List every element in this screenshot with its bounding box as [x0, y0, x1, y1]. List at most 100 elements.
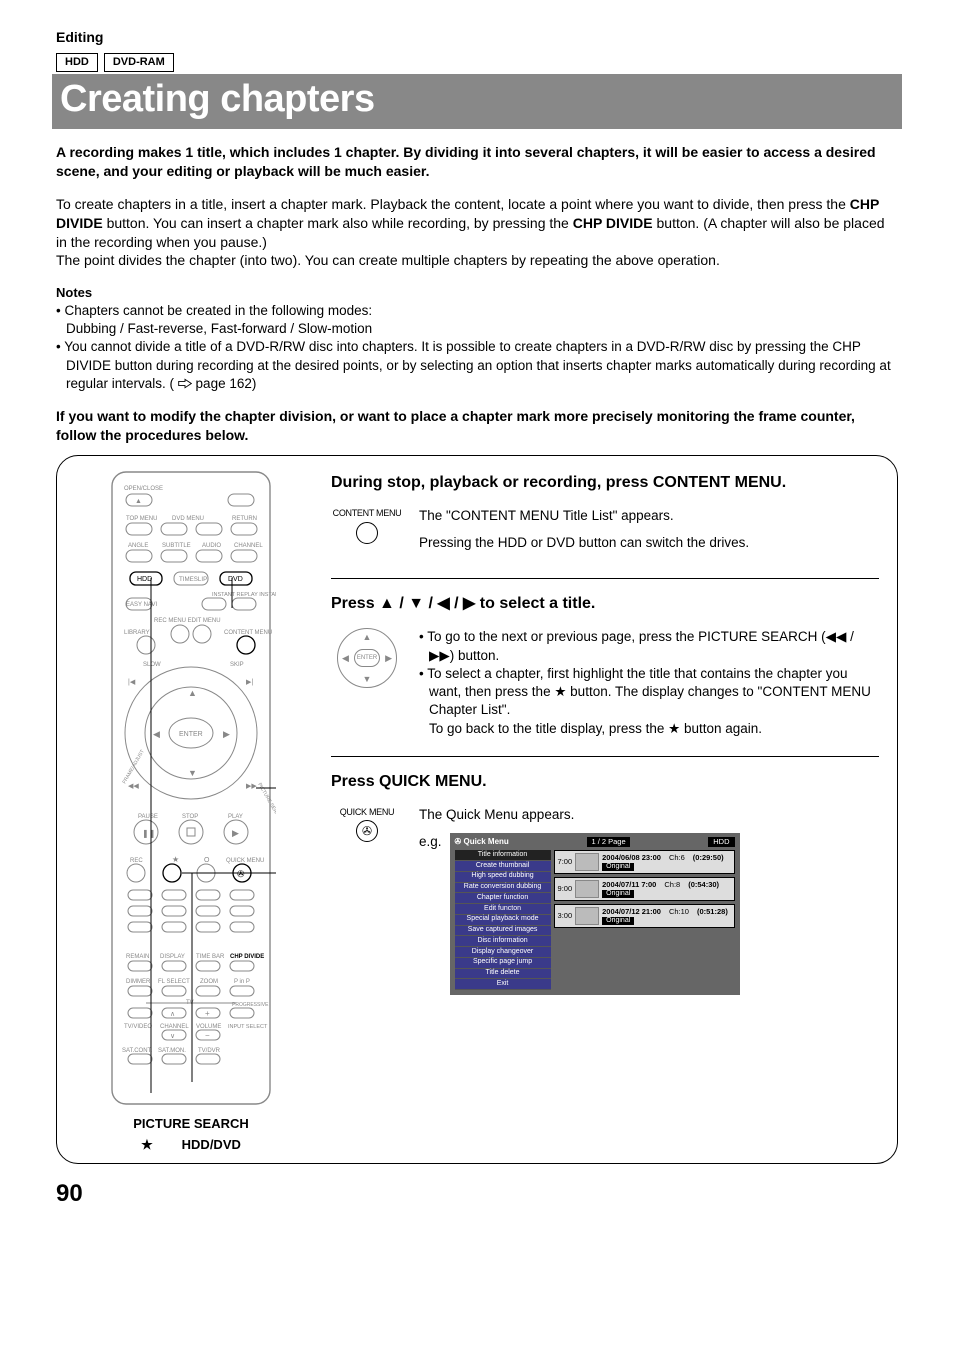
quick-menu-button-icon: ✇	[356, 820, 378, 842]
svg-text:ZOOM: ZOOM	[200, 979, 218, 985]
step-heading: Press QUICK MENU.	[331, 771, 879, 793]
svg-text:∧: ∧	[170, 1011, 175, 1018]
svg-text:RETURN: RETURN	[232, 516, 257, 522]
svg-text:TV/DVR: TV/DVR	[198, 1048, 221, 1054]
svg-text:CHANNEL: CHANNEL	[160, 1024, 189, 1030]
qm-page-indicator: 1 / 2 Page	[587, 837, 629, 847]
svg-text:▼: ▼	[188, 768, 197, 778]
badge-dvdram: DVD-RAM	[104, 53, 174, 72]
svg-text:DIMMER: DIMMER	[126, 979, 151, 985]
qm-item: Disc information	[455, 936, 551, 947]
svg-text:OPEN/CLOSE: OPEN/CLOSE	[124, 486, 163, 492]
svg-text:REC MENU EDIT MENU: REC MENU EDIT MENU	[154, 618, 221, 624]
page-ref-arrow-icon	[178, 378, 192, 389]
dpad-right-icon: ▶	[385, 652, 392, 664]
svg-text:FL SELECT: FL SELECT	[158, 979, 190, 985]
qm-item: Create thumbnail	[455, 861, 551, 872]
svg-text:TIMESLIP: TIMESLIP	[179, 576, 207, 583]
media-badges: HDD DVD-RAM	[56, 53, 898, 72]
remote-callouts: PICTURE SEARCH ★ HDD/DVD	[71, 1114, 311, 1156]
step-icon: ENTER ▲ ▼ ◀ ▶	[331, 628, 403, 688]
step-bullet: To go to the next or previous page, pres…	[419, 628, 879, 664]
step-bullet: To select a chapter, first highlight the…	[419, 665, 879, 738]
qm-title: ✇ Quick Menu	[455, 837, 509, 848]
qm-item: Chapter function	[455, 893, 551, 904]
step: Press QUICK MENU. QUICK MENU ✇ The Quick…	[331, 771, 879, 1013]
svg-text:▶: ▶	[232, 828, 239, 838]
svg-text:▶: ▶	[223, 729, 230, 739]
svg-text:ANGLE: ANGLE	[128, 543, 148, 549]
badge-hdd: HDD	[56, 53, 98, 72]
intro-summary: A recording makes 1 title, which include…	[56, 143, 898, 181]
svg-text:▶|: ▶|	[246, 679, 253, 686]
svg-text:▶▶: ▶▶	[246, 783, 257, 790]
svg-text:−: −	[205, 1031, 210, 1040]
intro-detail: To create chapters in a title, insert a …	[56, 195, 898, 271]
step-text: The Quick Menu appears. e.g. ✇ Quick Men…	[419, 806, 879, 995]
svg-text:◀◀: ◀◀	[128, 783, 139, 790]
svg-text:SUBTITLE: SUBTITLE	[162, 543, 191, 549]
step-heading: During stop, playback or recording, pres…	[331, 472, 879, 494]
step-icon: CONTENT MENU	[331, 507, 403, 546]
step: During stop, playback or recording, pres…	[331, 472, 879, 579]
remote-illustration: OPEN/CLOSE ▲ TOP MENU DVD MENU RETURN ANGL…	[106, 468, 276, 1108]
svg-text:CONTENT MENU: CONTENT MENU	[224, 630, 272, 636]
qm-item: High speed dubbing	[455, 872, 551, 883]
svg-text:SKIP: SKIP	[230, 662, 244, 668]
example-label: e.g.	[419, 833, 442, 851]
svg-text:+: +	[205, 1009, 210, 1018]
svg-text:▲: ▲	[135, 498, 142, 505]
svg-text:AUDIO: AUDIO	[202, 543, 221, 549]
qm-item: Title information	[455, 850, 551, 861]
svg-text:❚❚: ❚❚	[142, 829, 155, 838]
svg-text:SAT.MON.: SAT.MON.	[158, 1048, 186, 1054]
svg-text:◀: ◀	[153, 729, 160, 739]
svg-text:LIBRARY: LIBRARY	[124, 630, 150, 636]
svg-text:PAUSE: PAUSE	[138, 814, 158, 820]
qm-entries: 7:00 2004/06/08 23:00Ch:6(0:29:50)Origin…	[554, 850, 735, 990]
step-icon: QUICK MENU ✇	[331, 806, 403, 842]
remote-column: OPEN/CLOSE ▲ TOP MENU DVD MENU RETURN ANGL…	[71, 468, 311, 1156]
page-number: 90	[56, 1178, 898, 1210]
svg-text:SAT.CONT.: SAT.CONT.	[122, 1048, 153, 1054]
precise-note: If you want to modify the chapter divisi…	[56, 407, 898, 445]
step-heading: Press ▲ / ▼ / ◀ / ▶ to select a title.	[331, 593, 879, 615]
icon-label: QUICK MENU	[331, 806, 403, 818]
svg-text:QUICK MENU: QUICK MENU	[226, 858, 264, 864]
svg-text:VOLUME: VOLUME	[196, 1024, 221, 1030]
notes-list: Chapters cannot be created in the follow…	[56, 302, 898, 393]
qm-item: Specific page jump	[455, 958, 551, 969]
dpad-icon: ENTER ▲ ▼ ◀ ▶	[337, 628, 397, 688]
svg-text:TOP MENU: TOP MENU	[126, 516, 157, 522]
dpad-enter-label: ENTER	[354, 649, 380, 667]
svg-text:SLOW: SLOW	[143, 662, 161, 668]
step-line: The "CONTENT MENU Title List" appears.	[419, 507, 879, 525]
dpad-left-icon: ◀	[342, 652, 349, 664]
content-menu-button-icon	[356, 522, 378, 544]
section-label: Editing	[56, 28, 898, 47]
qm-item: Rate conversion dubbing	[455, 883, 551, 894]
svg-text:CHP DIVIDE: CHP DIVIDE	[230, 954, 264, 960]
svg-text:REMAIN: REMAIN	[126, 954, 149, 960]
qm-menu-list: Title information Create thumbnail High …	[455, 850, 551, 990]
svg-text:INSTANT REPLAY INSTANT SKIP: INSTANT REPLAY INSTANT SKIP	[212, 592, 276, 598]
svg-text:PROGRESSIVE: PROGRESSIVE	[232, 1002, 269, 1008]
svg-text:INPUT SELECT: INPUT SELECT	[228, 1024, 268, 1030]
procedure-box: OPEN/CLOSE ▲ TOP MENU DVD MENU RETURN ANGL…	[56, 455, 898, 1165]
qm-entry: 3:00 2004/07/12 21:00Ch:10(0:51:28)Origi…	[554, 904, 735, 928]
qm-drive-badge: HDD	[708, 837, 734, 847]
svg-text:TIME BAR: TIME BAR	[196, 954, 225, 960]
svg-text:STOP: STOP	[182, 814, 198, 820]
step-line: Pressing the HDD or DVD button can switc…	[419, 534, 879, 552]
svg-text:DVD MENU: DVD MENU	[172, 516, 204, 522]
svg-text:|◀: |◀	[128, 679, 136, 686]
svg-text:REC: REC	[130, 858, 143, 864]
qm-item: Exit	[455, 979, 551, 990]
qm-item: Title delete	[455, 969, 551, 980]
svg-text:CHANNEL: CHANNEL	[234, 543, 263, 549]
notes-heading: Notes	[56, 284, 898, 302]
dpad-down-icon: ▼	[363, 673, 372, 685]
icon-label: CONTENT MENU	[331, 507, 403, 519]
steps-column: During stop, playback or recording, pres…	[331, 468, 879, 1156]
page-title: Creating chapters	[52, 74, 902, 129]
